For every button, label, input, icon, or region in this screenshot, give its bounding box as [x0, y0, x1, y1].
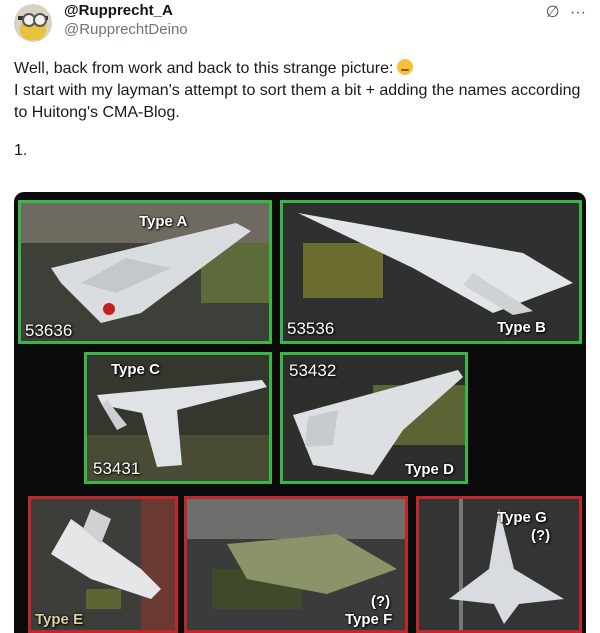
panel-type-f[interactable]: (?) Type F [184, 496, 408, 633]
display-name[interactable]: @Rupprecht_A [64, 2, 173, 19]
post-text-line1: Well, back from work and back to this st… [14, 58, 586, 80]
type-e-label: Type E [35, 611, 84, 628]
thinking-face-icon [397, 59, 414, 75]
panel-type-a[interactable]: Type A 53636 [18, 200, 272, 344]
serial-53431: 53431 [93, 459, 141, 478]
header-icons: ∅ ··· [540, 2, 586, 22]
type-g-note: (?) [531, 527, 551, 544]
panel-type-c[interactable]: Type C 53431 [84, 352, 272, 484]
post-text-line3: 1. [14, 142, 28, 159]
post-header: @Rupprecht_A @RupprechtDeino ∅ ··· [14, 0, 586, 44]
type-b-label: Type B [497, 319, 546, 336]
post-text-line2: I start with my layman's attempt to sort… [14, 82, 581, 121]
type-d-label: Type D [405, 461, 454, 478]
type-f-label: Type F [345, 611, 393, 628]
type-g-label: Type G [497, 509, 547, 526]
panel-type-d[interactable]: 53432 Type D [280, 352, 468, 484]
post-text: Well, back from work and back to this st… [14, 58, 586, 162]
serial-53636: 53636 [25, 321, 73, 340]
avatar-eye-right [33, 13, 47, 27]
more-icon[interactable]: ··· [570, 4, 586, 21]
panel-type-b[interactable]: 53536 Type B [280, 200, 582, 344]
type-f-note: (?) [371, 593, 391, 610]
type-c-label: Type C [111, 361, 160, 378]
avatar[interactable] [14, 4, 52, 42]
panel-type-g[interactable]: Type G (?) [416, 496, 582, 633]
panel-type-e[interactable]: Type E [28, 496, 178, 633]
slash-icon[interactable]: ∅ [546, 4, 560, 21]
handle[interactable]: @RupprechtDeino [64, 21, 188, 38]
serial-53536: 53536 [287, 319, 335, 338]
serial-53432: 53432 [289, 361, 337, 380]
type-a-label: Type A [139, 213, 188, 230]
image-mosaic[interactable]: Type A 53636 53536 Type B Type C 53431 5… [14, 192, 586, 633]
